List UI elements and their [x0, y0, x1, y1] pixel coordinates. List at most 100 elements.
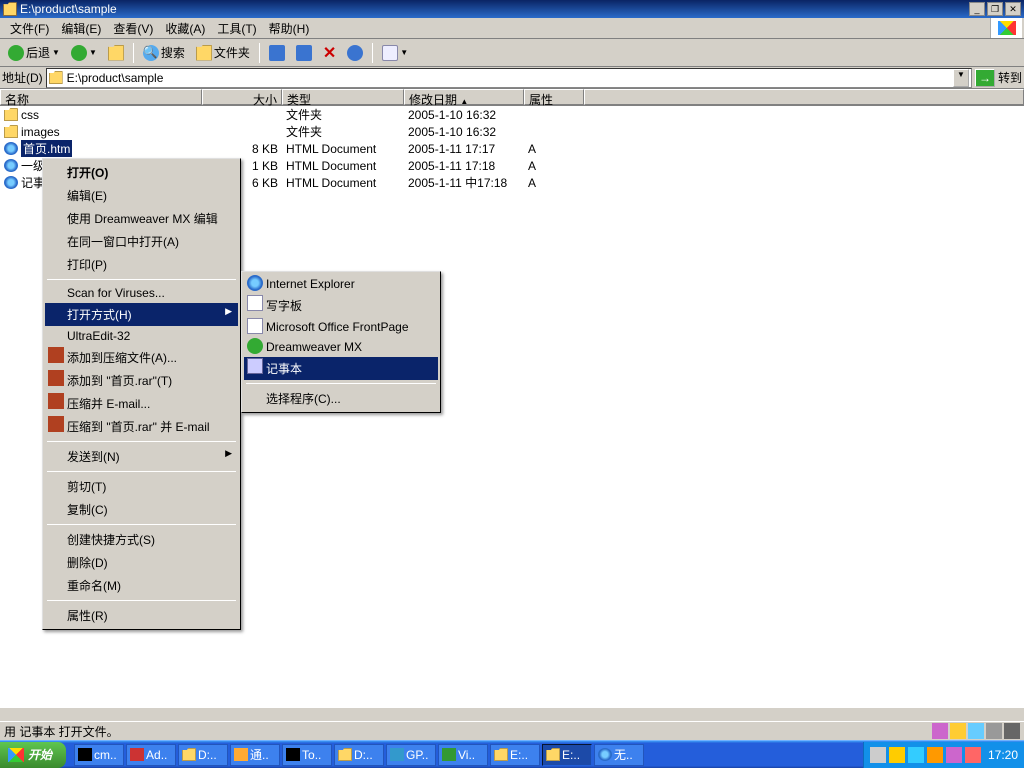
taskbar-item[interactable]: Vi.. [438, 744, 488, 766]
tray-icon[interactable] [889, 747, 905, 763]
undo-button[interactable] [343, 42, 367, 64]
ctx-cut[interactable]: 剪切(T) [45, 475, 238, 498]
menu-fav[interactable]: 收藏(A) [159, 18, 211, 39]
sub-dreamweaver[interactable]: Dreamweaver MX [244, 337, 438, 357]
ctx-open[interactable]: 打开(O) [45, 161, 238, 184]
rar-icon [48, 393, 64, 409]
address-label: 地址(D) [2, 69, 43, 86]
ctx-edit[interactable]: 编辑(E) [45, 184, 238, 207]
folder-icon [4, 108, 18, 121]
folder-icon [4, 125, 18, 138]
taskbar-item[interactable]: E:.. [542, 744, 592, 766]
open-with-submenu[interactable]: Internet Explorer 写字板 Microsoft Office F… [241, 271, 441, 413]
system-tray[interactable]: 17:20 [863, 742, 1024, 768]
col-type[interactable]: 类型 [282, 89, 404, 105]
views-button[interactable]: ▼ [378, 42, 412, 64]
taskbar-item[interactable]: D:.. [334, 744, 384, 766]
taskbar-item[interactable]: E:.. [490, 744, 540, 766]
menu-view[interactable]: 查看(V) [107, 18, 159, 39]
col-attr[interactable]: 属性 [524, 89, 584, 105]
rar-icon [48, 347, 64, 363]
address-bar: 地址(D) E:\product\sample ▼ → 转到 [0, 67, 1024, 89]
ctx-compress-email[interactable]: 压缩并 E-mail... [45, 392, 238, 415]
go-label: 转到 [998, 69, 1022, 86]
menu-edit[interactable]: 编辑(E) [55, 18, 107, 39]
ctx-dw-edit[interactable]: 使用 Dreamweaver MX 编辑 [45, 207, 238, 230]
folders-button[interactable]: 文件夹 [192, 42, 254, 64]
ctx-copy[interactable]: 复制(C) [45, 498, 238, 521]
moveto-button[interactable] [265, 42, 289, 64]
maximize-button[interactable]: ❐ [987, 2, 1003, 16]
wordpad-icon [247, 295, 263, 311]
clock[interactable]: 17:20 [984, 748, 1018, 762]
taskbar-item[interactable]: D:.. [178, 744, 228, 766]
address-dropdown[interactable]: ▼ [953, 69, 969, 87]
menu-file[interactable]: 文件(F) [4, 18, 55, 39]
title-bar: E:\product\sample _ ❐ ✕ [0, 0, 1024, 18]
file-list[interactable]: css 文件夹 2005-1-10 16:32 images 文件夹 2005-… [0, 106, 1024, 708]
ctx-shortcut[interactable]: 创建快捷方式(S) [45, 528, 238, 551]
back-button[interactable]: 后退▼ [4, 42, 64, 64]
ie-icon [247, 275, 263, 291]
sub-frontpage[interactable]: Microsoft Office FrontPage [244, 317, 438, 337]
delete-button[interactable]: ✕ [319, 42, 340, 64]
tray-icon[interactable] [908, 747, 924, 763]
taskbar-item[interactable]: To.. [282, 744, 332, 766]
sub-choose-program[interactable]: 选择程序(C)... [244, 387, 438, 410]
tray-icon[interactable] [946, 747, 962, 763]
ctx-open-with[interactable]: 打开方式(H) [45, 303, 238, 326]
taskbar-item[interactable]: 通.. [230, 744, 280, 766]
notepad-icon [247, 358, 263, 374]
taskbar-item[interactable]: cm.. [74, 744, 124, 766]
window-icon [3, 2, 17, 16]
ctx-add-archive[interactable]: 添加到压缩文件(A)... [45, 346, 238, 369]
taskbar-item[interactable]: GP.. [386, 744, 436, 766]
ctx-rename[interactable]: 重命名(M) [45, 574, 238, 597]
sub-ie[interactable]: Internet Explorer [244, 274, 438, 294]
ctx-delete[interactable]: 删除(D) [45, 551, 238, 574]
menu-tools[interactable]: 工具(T) [211, 18, 262, 39]
file-row[interactable]: 首页.htm 8 KB HTML Document 2005-1-11 17:1… [0, 140, 1024, 157]
html-icon [4, 176, 18, 189]
column-headers: 名称 大小 类型 修改日期 ▲ 属性 [0, 89, 1024, 106]
col-size[interactable]: 大小 [202, 89, 282, 105]
tray-icon[interactable] [870, 747, 886, 763]
window-title: E:\product\sample [20, 2, 117, 16]
html-icon [4, 142, 18, 155]
ctx-scan-virus[interactable]: Scan for Viruses... [45, 283, 238, 303]
menu-help[interactable]: 帮助(H) [263, 18, 316, 39]
menu-bar: 文件(F) 编辑(E) 查看(V) 收藏(A) 工具(T) 帮助(H) [0, 18, 1024, 39]
taskbar[interactable]: 开始 cm.. Ad.. D:.. 通.. To.. D:.. GP.. Vi.… [0, 740, 1024, 768]
go-button[interactable]: → [975, 69, 995, 87]
ctx-add-rar[interactable]: 添加到 "首页.rar"(T) [45, 369, 238, 392]
ctx-ultraedit[interactable]: UltraEdit-32 [45, 326, 238, 346]
col-name[interactable]: 名称 [0, 89, 202, 105]
rar-icon [48, 416, 64, 432]
search-button[interactable]: 🔍搜索 [139, 42, 189, 64]
tray-icon[interactable] [927, 747, 943, 763]
copyto-button[interactable] [292, 42, 316, 64]
ctx-print[interactable]: 打印(P) [45, 253, 238, 276]
up-button[interactable] [104, 42, 128, 64]
taskbar-item[interactable]: 无.. [594, 744, 644, 766]
context-menu[interactable]: 打开(O) 编辑(E) 使用 Dreamweaver MX 编辑 在同一窗口中打… [42, 158, 241, 630]
frontpage-icon [247, 318, 263, 334]
address-input[interactable]: E:\product\sample ▼ [46, 68, 972, 88]
file-row[interactable]: css 文件夹 2005-1-10 16:32 [0, 106, 1024, 123]
minimize-button[interactable]: _ [969, 2, 985, 16]
sub-notepad[interactable]: 记事本 [244, 357, 438, 380]
file-row[interactable]: images 文件夹 2005-1-10 16:32 [0, 123, 1024, 140]
close-button[interactable]: ✕ [1005, 2, 1021, 16]
ctx-compress-rar-email[interactable]: 压缩到 "首页.rar" 并 E-mail [45, 415, 238, 438]
forward-button[interactable]: ▼ [67, 42, 101, 64]
col-date[interactable]: 修改日期 ▲ [404, 89, 524, 105]
tray-icon[interactable] [965, 747, 981, 763]
status-icon [932, 723, 948, 739]
start-button[interactable]: 开始 [0, 742, 66, 768]
sub-wordpad[interactable]: 写字板 [244, 294, 438, 317]
ctx-same-window[interactable]: 在同一窗口中打开(A) [45, 230, 238, 253]
taskbar-item[interactable]: Ad.. [126, 744, 176, 766]
ctx-properties[interactable]: 属性(R) [45, 604, 238, 627]
windows-logo [990, 18, 1022, 38]
ctx-send-to[interactable]: 发送到(N) [45, 445, 238, 468]
